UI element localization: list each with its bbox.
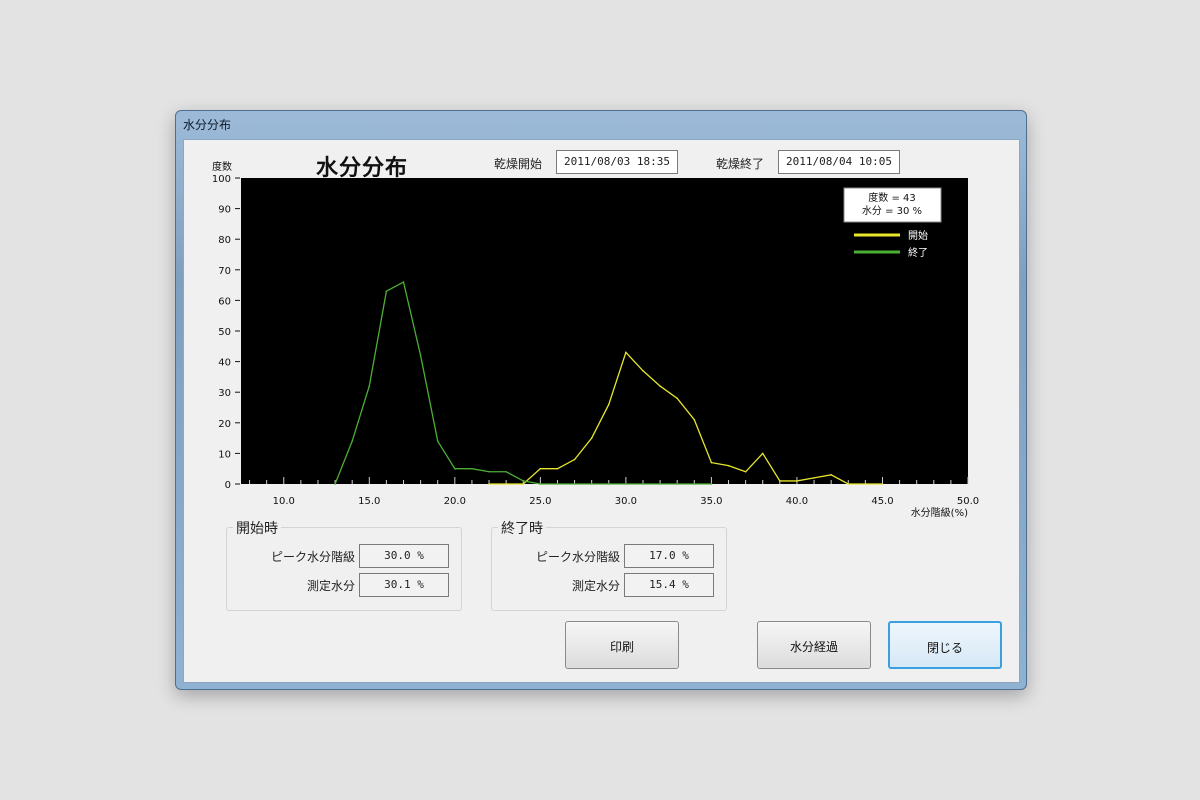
x-tick-label: 20.0 (444, 496, 466, 507)
legend-label-start: 開始 (908, 229, 928, 242)
x-tick-label: 45.0 (871, 496, 893, 507)
series-point-end (607, 483, 610, 485)
tooltip-line: 度数 = 43 (868, 191, 915, 204)
y-tick-label: 90 (218, 205, 231, 216)
y-tick-label: 70 (218, 266, 231, 277)
y-tick-label: 30 (218, 388, 231, 399)
title-bar[interactable]: 水分分布 (176, 111, 1026, 137)
close-button[interactable]: 閉じる (888, 621, 1002, 669)
series-point-end (454, 467, 456, 470)
series-point-start (573, 458, 576, 461)
start-measured-label: 測定水分 (306, 579, 355, 593)
series-point-start (744, 470, 747, 473)
series-point-end (402, 281, 405, 283)
y-tick-label: 60 (218, 296, 231, 307)
series-point-start (779, 480, 781, 482)
y-tick-label: 10 (218, 449, 231, 460)
end-group-title: 終了時 (498, 518, 546, 538)
x-tick-label: 15.0 (358, 496, 380, 507)
x-tick-label: 40.0 (786, 496, 808, 507)
moisture-distribution-window: 水分分布 水分分布 乾燥開始 2011/08/03 18:35 乾燥終了 201… (175, 110, 1027, 690)
end-measured-value: 15.4 % (624, 573, 714, 597)
print-button[interactable]: 印刷 (565, 621, 679, 669)
series-point-start (625, 351, 627, 354)
tooltip-line: 水分 = 30 % (862, 205, 922, 217)
series-point-start (539, 467, 542, 470)
y-tick-label: 50 (218, 327, 231, 338)
y-tick-label: 0 (225, 480, 231, 491)
x-tick-label: 50.0 (957, 496, 979, 507)
series-point-end (334, 483, 336, 485)
y-tick-label: 20 (218, 419, 231, 430)
series-point-start (830, 474, 832, 476)
series-point-start (796, 480, 798, 482)
series-point-end (642, 483, 644, 485)
end-measured-label: 測定水分 (571, 579, 620, 593)
x-tick-label: 35.0 (700, 496, 722, 507)
series-point-end (488, 470, 490, 473)
series-point-start (522, 483, 525, 485)
window-client-area: 水分分布 乾燥開始 2011/08/03 18:35 乾燥終了 2011/08/… (183, 139, 1020, 683)
series-point-start (659, 385, 661, 387)
x-axis-label: 水分階級(%) (911, 506, 968, 519)
legend-label-end: 終了 (908, 246, 928, 259)
start-measured-value: 30.1 % (359, 573, 449, 597)
series-point-end (419, 354, 422, 357)
series-point-start (607, 403, 610, 406)
series-point-start (693, 418, 696, 421)
x-tick-label: 10.0 (273, 496, 295, 507)
series-point-end (659, 483, 661, 485)
series-point-end (693, 483, 696, 485)
series-point-start (761, 452, 764, 455)
series-point-start (864, 483, 867, 485)
plot-area (241, 178, 968, 484)
series-point-end (385, 290, 388, 293)
series-point-start (590, 437, 593, 439)
y-axis-label: 度数 (212, 160, 232, 173)
start-peak-value: 30.0 % (359, 544, 449, 568)
series-point-start (727, 464, 730, 467)
end-peak-value: 17.0 % (624, 544, 714, 568)
y-tick-label: 40 (218, 358, 231, 369)
series-point-start (556, 467, 559, 470)
x-tick-label: 25.0 (529, 496, 551, 507)
series-point-end (710, 483, 713, 485)
series-point-start (488, 483, 490, 485)
series-point-start (710, 461, 713, 464)
series-point-start (813, 477, 815, 479)
series-point-end (556, 483, 559, 485)
end-peak-label: ピーク水分階級 (535, 550, 620, 564)
series-point-end (590, 483, 593, 485)
moisture-distribution-chart: 度数100908070605040302010010.0 15.0 20.0 25.0… (212, 160, 979, 519)
series-point-end (539, 483, 542, 485)
series-point-end (368, 385, 371, 387)
x-tick-label: 30.0 (615, 496, 637, 507)
start-time-group: 開始時 ピーク水分階級 30.0 % 測定水分 30.1 % (226, 518, 462, 611)
y-tick-label: 100 (212, 174, 231, 185)
series-point-start (505, 483, 507, 485)
start-group-title: 開始時 (233, 518, 281, 538)
series-point-start (881, 483, 884, 485)
series-point-end (471, 467, 473, 470)
series-point-end (676, 483, 678, 485)
moisture-history-button[interactable]: 水分経過 (757, 621, 871, 669)
end-time-group: 終了時 ピーク水分階級 17.0 % 測定水分 15.4 % (491, 518, 727, 611)
series-point-end (351, 440, 353, 442)
series-point-end (436, 440, 439, 442)
window-title: 水分分布 (183, 118, 232, 132)
y-tick-label: 80 (218, 235, 231, 246)
series-point-end (522, 480, 525, 482)
start-peak-label: ピーク水分階級 (270, 550, 355, 564)
series-point-start (676, 397, 678, 400)
series-point-end (573, 483, 576, 485)
series-point-start (642, 369, 644, 372)
series-point-end (625, 483, 627, 485)
series-point-end (505, 470, 507, 473)
series-point-start (847, 483, 850, 485)
